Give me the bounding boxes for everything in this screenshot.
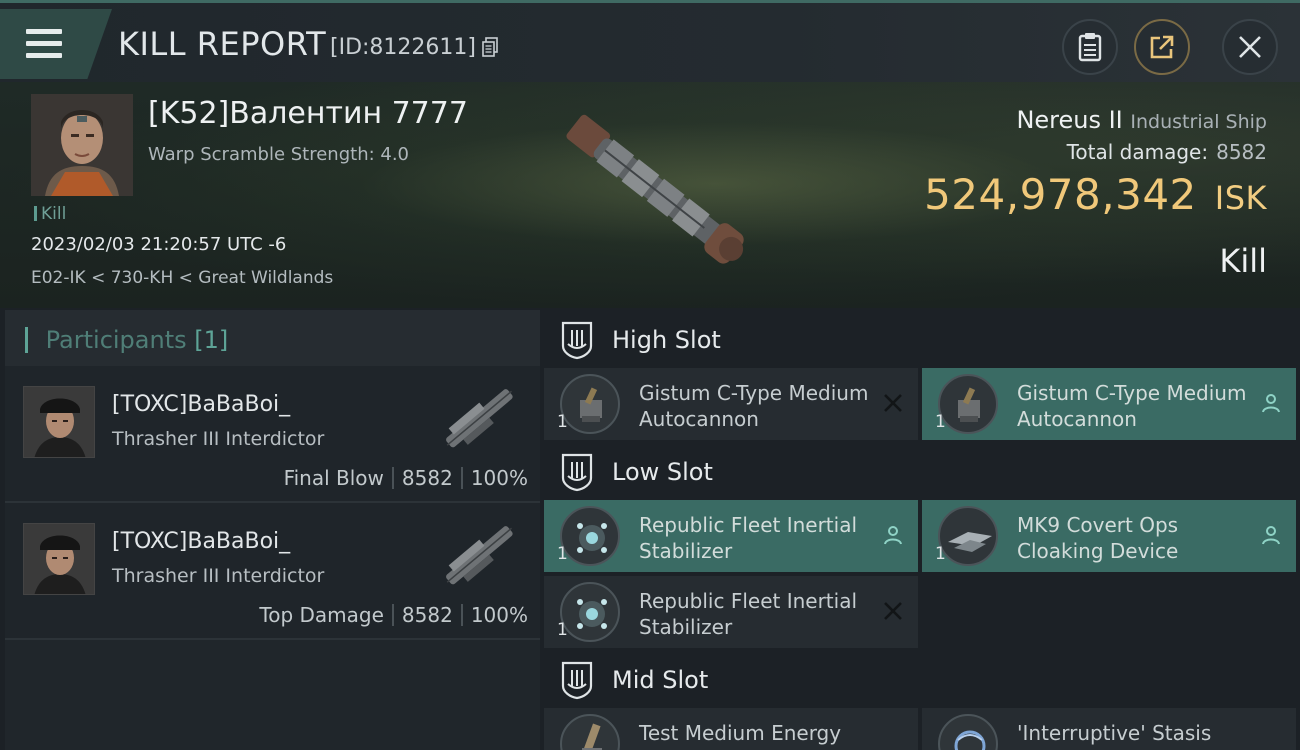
module-item[interactable]: 1 Republic Fleet Inertial Stabilizer bbox=[544, 576, 918, 648]
module-item[interactable]: 1 Republic Fleet Inertial Stabilizer bbox=[544, 500, 918, 572]
participant-stats: Final Blow 8582 100% bbox=[284, 466, 528, 490]
module-quantity: 1 bbox=[557, 544, 568, 564]
participant-name[interactable]: [TOXC]BaBaBoi_ bbox=[112, 529, 290, 554]
participant-avatar bbox=[23, 386, 95, 458]
x-icon bbox=[884, 602, 902, 620]
module-name: Gistum C-Type Medium Autocannon bbox=[639, 381, 869, 431]
module-item[interactable]: 1 Gistum C-Type Medium Autocannon bbox=[922, 368, 1296, 440]
victim-portrait[interactable] bbox=[31, 94, 133, 196]
person-icon bbox=[884, 526, 902, 545]
page-title: KILL REPORT bbox=[118, 25, 327, 63]
participants-count: [1] bbox=[194, 326, 229, 354]
isk-value: 524,978,342 ISK bbox=[924, 170, 1267, 219]
module-name: Republic Fleet Inertial Stabilizer bbox=[639, 513, 858, 563]
cloaking-device-icon bbox=[938, 506, 998, 566]
high-slot-label: High Slot bbox=[612, 326, 721, 354]
victim-name[interactable]: [K52]Валентин 7777 bbox=[148, 96, 468, 131]
top-bar: KILL REPORT [ID:8122611] bbox=[0, 0, 1300, 82]
autocannon-icon bbox=[938, 374, 998, 434]
participant-role: Top Damage bbox=[259, 603, 384, 627]
participant-row[interactable]: [TOXC]BaBaBoi_ Thrasher III Interdictor … bbox=[5, 503, 540, 640]
person-icon bbox=[1262, 526, 1280, 545]
participant-avatar bbox=[23, 523, 95, 595]
menu-button[interactable] bbox=[0, 9, 112, 79]
isk-amount: 524,978,342 bbox=[924, 170, 1197, 219]
high-slot-header: High Slot bbox=[544, 310, 1300, 370]
inertial-stabilizer-icon bbox=[560, 506, 620, 566]
person-icon bbox=[1262, 394, 1280, 413]
share-button[interactable] bbox=[1134, 19, 1190, 75]
participant-ship: Thrasher III Interdictor bbox=[112, 428, 325, 450]
ship-render[interactable] bbox=[530, 92, 780, 292]
hamburger-icon bbox=[26, 29, 62, 34]
fitting-panel: High Slot 1 Gistum C-Type Medium Autocan… bbox=[544, 310, 1300, 750]
module-item[interactable]: 1 MK9 Covert Ops Cloaking Device bbox=[922, 500, 1296, 572]
module-name: Test Medium Energy bbox=[639, 721, 842, 745]
participants-header: Participants [1] bbox=[5, 310, 540, 366]
module-name: MK9 Covert Ops Cloaking Device bbox=[1017, 513, 1179, 563]
module-name: Republic Fleet Inertial Stabilizer bbox=[639, 589, 858, 639]
participant-percent: 100% bbox=[470, 466, 528, 490]
slot-shield-icon bbox=[561, 661, 593, 700]
module-quantity: 1 bbox=[935, 544, 946, 564]
participants-panel: Participants [1] [TOXC]BaBaBoi_ Thrasher… bbox=[5, 310, 540, 750]
participant-damage: 8582 bbox=[401, 603, 453, 627]
participant-role: Final Blow bbox=[283, 466, 384, 490]
isk-unit: ISK bbox=[1214, 179, 1267, 217]
inertial-stabilizer-icon bbox=[560, 582, 620, 642]
stasis-webifier-icon bbox=[938, 714, 998, 750]
clipboard-icon bbox=[1078, 33, 1102, 62]
kill-result: Kill bbox=[1219, 242, 1267, 280]
copy-icon[interactable] bbox=[482, 37, 498, 57]
participant-ship-render bbox=[446, 526, 513, 585]
module-name: Gistum C-Type Medium Autocannon bbox=[1017, 381, 1247, 431]
total-damage-label: Total damage: bbox=[1066, 140, 1209, 164]
kill-tag: Kill bbox=[34, 204, 66, 224]
ship-name[interactable]: Nereus II bbox=[1016, 106, 1122, 134]
total-damage: Total damage: 8582 bbox=[1067, 140, 1267, 164]
low-slot-header: Low Slot bbox=[544, 442, 1300, 502]
kill-location[interactable]: E02-IK < 730-KH < Great Wildlands bbox=[31, 268, 333, 288]
autocannon-icon bbox=[560, 374, 620, 434]
energy-weapon-icon bbox=[560, 714, 620, 750]
slot-shield-icon bbox=[561, 453, 593, 492]
ship-class: Industrial Ship bbox=[1130, 111, 1267, 133]
module-item[interactable]: Test Medium Energy bbox=[544, 708, 918, 750]
warp-scramble-strength: Warp Scramble Strength: 4.0 bbox=[148, 144, 410, 165]
module-quantity: 1 bbox=[557, 412, 568, 432]
kill-summary: [K52]Валентин 7777 Warp Scramble Strengt… bbox=[0, 82, 1300, 308]
module-name: 'Interruptive' Stasis bbox=[1017, 721, 1212, 745]
close-icon bbox=[1239, 36, 1261, 58]
participant-ship: Thrasher III Interdictor bbox=[112, 565, 325, 587]
participant-stats: Top Damage 8582 100% bbox=[259, 603, 528, 627]
x-icon bbox=[884, 394, 902, 412]
participant-ship-render bbox=[446, 389, 513, 448]
slot-shield-icon bbox=[561, 321, 593, 360]
participant-row[interactable]: [TOXC]BaBaBoi_ Thrasher III Interdictor … bbox=[5, 366, 540, 503]
kill-datetime: 2023/02/03 21:20:57 UTC -6 bbox=[31, 234, 287, 255]
kill-id: [ID:8122611] bbox=[330, 35, 476, 60]
mid-slot-label: Mid Slot bbox=[612, 666, 709, 694]
close-button[interactable] bbox=[1222, 19, 1278, 75]
low-slot-label: Low Slot bbox=[612, 458, 713, 486]
participant-damage: 8582 bbox=[401, 466, 453, 490]
module-quantity: 1 bbox=[557, 620, 568, 640]
participant-percent: 100% bbox=[470, 603, 528, 627]
mid-slot-header: Mid Slot bbox=[544, 650, 1300, 710]
module-item[interactable]: 1 Gistum C-Type Medium Autocannon bbox=[544, 368, 918, 440]
module-item[interactable]: 'Interruptive' Stasis bbox=[922, 708, 1296, 750]
participants-label: Participants bbox=[45, 326, 187, 354]
participant-name[interactable]: [TOXC]BaBaBoi_ bbox=[112, 392, 290, 417]
module-quantity: 1 bbox=[935, 412, 946, 432]
share-icon bbox=[1150, 35, 1174, 59]
ship-name-line: Nereus II Industrial Ship bbox=[1016, 106, 1267, 134]
clipboard-button[interactable] bbox=[1062, 19, 1118, 75]
total-damage-value: 8582 bbox=[1216, 140, 1267, 164]
